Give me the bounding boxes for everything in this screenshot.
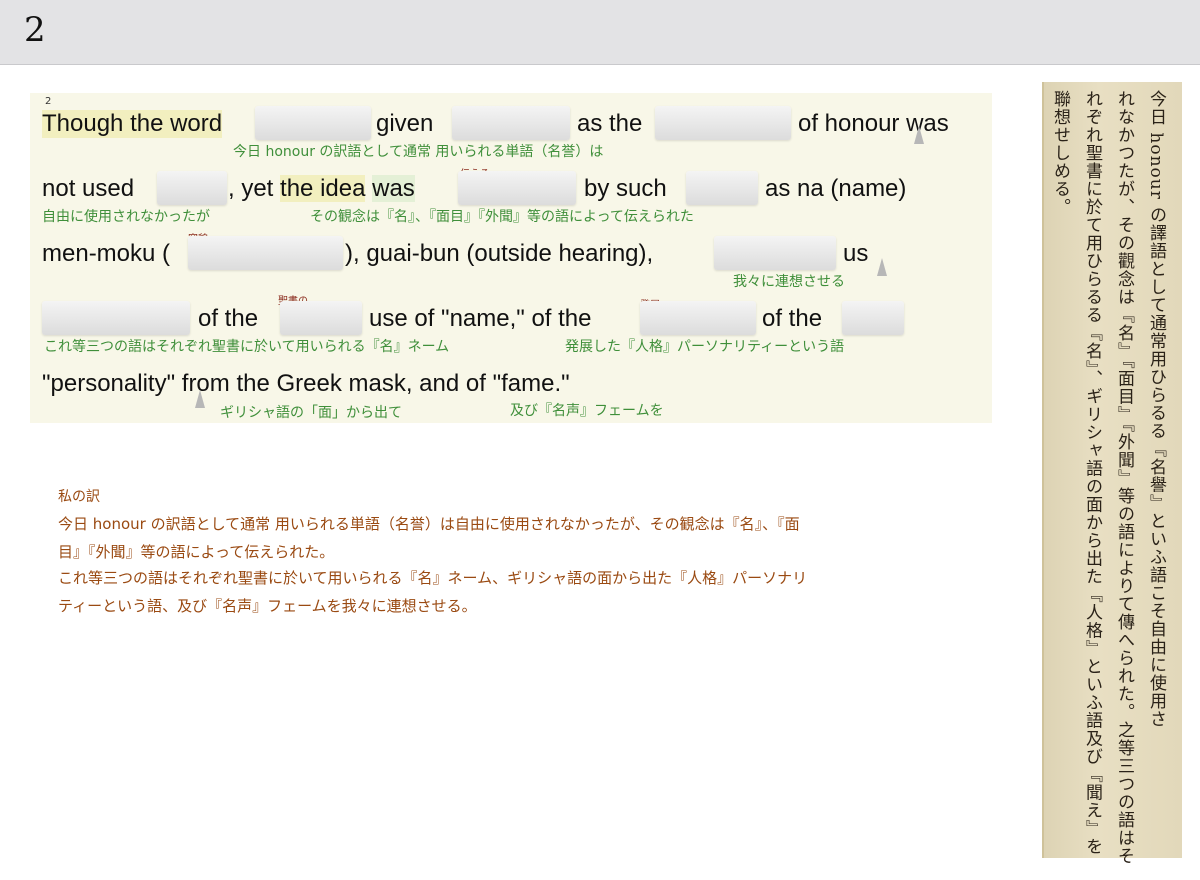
blank-slot[interactable] <box>842 301 904 335</box>
marker-icon <box>877 258 887 276</box>
eng-line2-part1: not used <box>42 175 135 202</box>
translation-line: これ等三つの語はそれぞれ聖書に於いて用いられる『名』ネーム、ギリシャ語の面から出… <box>58 569 808 587</box>
marker-icon <box>195 390 205 408</box>
blank-slot[interactable] <box>157 171 227 205</box>
gloss-line1: 今日 honour の訳語として通常 用いられる単語（名誉）は <box>233 144 604 160</box>
gloss-line5-a: ギリシャ語の「面」から出て <box>220 405 402 421</box>
marker-icon <box>914 126 924 144</box>
translation-line: ティーという語、及び『名声』フェームを我々に連想させる。 <box>58 597 477 615</box>
gloss-line5-b: 及び『名声』フェームを <box>510 403 664 419</box>
eng-line2-part2: , yet the idea was <box>228 175 415 202</box>
gloss-line2-a: 自由に使用されなかったが <box>42 209 210 225</box>
blank-slot[interactable] <box>655 106 791 140</box>
eng-line2-part3: by such <box>584 175 667 202</box>
eng-line3-part3: us <box>843 240 869 267</box>
blank-slot[interactable] <box>188 236 343 270</box>
eng-line1-part2: given <box>376 110 434 137</box>
eng-line4-part1: of the <box>198 305 259 332</box>
scan-column: れなかつたが、その觀念は『名』『面目』『外聞』等の語によりて傳へられた。之等三つ… <box>1114 90 1134 865</box>
gloss-line3: 我々に連想させる <box>733 274 845 290</box>
slide-number: 2 <box>24 10 46 50</box>
eng-line1-part4: of honour was <box>798 110 949 137</box>
translation-line: 今日 honour の訳語として通常 用いられる単語（名誉）は自由に使用されなか… <box>58 515 800 533</box>
scanned-original-text: 今日 honour の譯語として通常用ひらるる『名譽』といふ語こそ自由に使用さ … <box>1042 82 1182 865</box>
eng-line5: "personality" from the Greek mask, and o… <box>42 370 570 397</box>
eng-line1-part1: Though the word <box>42 110 223 138</box>
blank-slot[interactable] <box>640 301 756 335</box>
scan-column: 聯想せしめる。 <box>1050 90 1070 216</box>
gloss-line4-b: 発展した『人格』パーソナリティーという語 <box>565 339 845 355</box>
blank-slot[interactable] <box>255 106 371 140</box>
eng-line4-part2: use of "name," of the <box>369 305 592 332</box>
blank-slot[interactable] <box>714 236 836 270</box>
blank-slot[interactable] <box>458 171 576 205</box>
blank-slot[interactable] <box>686 171 758 205</box>
eng-line3-part1: men-moku ( <box>42 240 171 267</box>
blank-slot[interactable] <box>280 301 362 335</box>
blank-slot[interactable] <box>452 106 570 140</box>
scan-column: れぞれ聖書に於て用ひらるる『名』、ギリシャ語の面から出た『人格』といふ語及び『聞… <box>1082 90 1102 856</box>
eng-line3-part2: ), guai-bun (outside hearing), <box>345 240 654 267</box>
eng-line4-part3: of the <box>762 305 823 332</box>
eng-line1-part3: as the <box>577 110 643 137</box>
translation-heading: 私の訳 <box>58 489 100 505</box>
translation-line: 目』『外聞』等の語によって伝えられた。 <box>58 543 335 561</box>
gloss-line2-b: その観念は『名』、『面目』『外聞』等の語によって伝えられた <box>310 209 694 225</box>
scan-column: 今日 honour の譯語として通常用ひらるる『名譽』といふ語こそ自由に使用さ <box>1146 90 1166 729</box>
gloss-line4-a: これ等三つの語はそれぞれ聖書に於いて用いられる『名』ネーム <box>44 339 450 355</box>
blank-slot[interactable] <box>42 301 190 335</box>
footnote-number: 2 <box>45 96 52 107</box>
eng-line2-part4: as na (name) <box>765 175 907 202</box>
slide-header: 2 <box>0 0 1200 65</box>
